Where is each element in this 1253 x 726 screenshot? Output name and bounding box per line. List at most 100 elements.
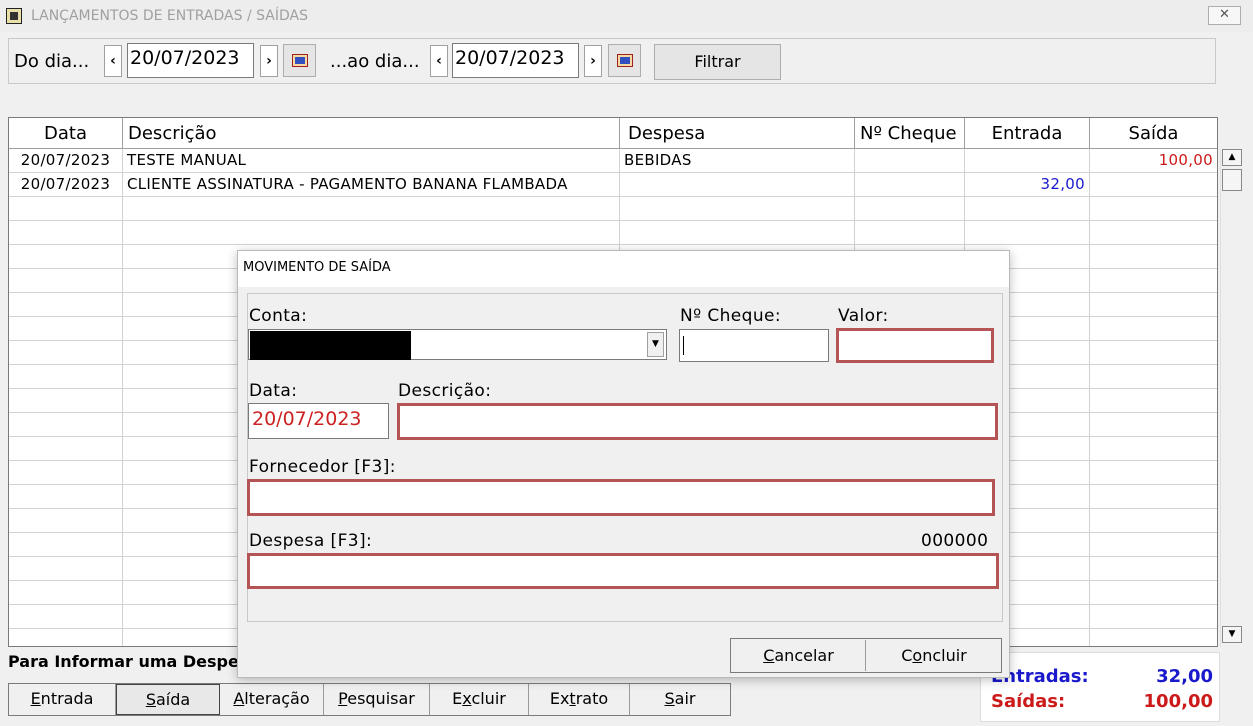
column-header-data[interactable]: Data	[9, 118, 123, 149]
cell-saida[interactable]	[1090, 317, 1217, 341]
saida-button[interactable]: Saída	[116, 684, 220, 715]
cell-saida[interactable]	[1090, 197, 1217, 221]
cell-saida[interactable]	[1090, 629, 1217, 646]
cell-data[interactable]	[9, 581, 123, 605]
column-header-cheque[interactable]: Nº Cheque	[855, 118, 965, 149]
conta-select[interactable]: ▼	[248, 329, 667, 360]
despesa-code: 000000	[921, 531, 989, 551]
cell-data[interactable]: 20/07/2023	[9, 149, 123, 173]
cell-data[interactable]	[9, 437, 123, 461]
cell-entrada[interactable]: 32,00	[965, 173, 1090, 197]
from-date-calendar-button[interactable]	[283, 44, 316, 77]
pesquisar-button[interactable]: Pesquisar	[324, 684, 430, 715]
from-date-prev-button[interactable]: ‹	[104, 45, 122, 77]
from-date-input[interactable]: 20/07/2023	[127, 43, 254, 78]
excluir-button[interactable]: Excluir	[430, 684, 529, 715]
cell-saida[interactable]	[1090, 173, 1217, 197]
cell-data[interactable]	[9, 245, 123, 269]
column-header-saida[interactable]: Saída	[1090, 118, 1217, 149]
cell-data[interactable]	[9, 269, 123, 293]
column-header-despesa[interactable]: Despesa	[620, 118, 855, 149]
cell-data[interactable]	[9, 341, 123, 365]
fornecedor-label: Fornecedor [F3]:	[249, 457, 396, 477]
to-date-input[interactable]: 20/07/2023	[452, 43, 579, 78]
cell-saida[interactable]	[1090, 341, 1217, 365]
scroll-up-arrow-icon[interactable]: ▲	[1222, 149, 1242, 166]
cell-data[interactable]	[9, 317, 123, 341]
cell-saida[interactable]	[1090, 533, 1217, 557]
cell-despesa[interactable]: BEBIDAS	[620, 149, 855, 173]
cell-saida[interactable]	[1090, 557, 1217, 581]
cell-saida[interactable]	[1090, 485, 1217, 509]
cell-descricao[interactable]	[123, 197, 620, 221]
cell-data[interactable]	[9, 629, 123, 646]
cell-data[interactable]	[9, 461, 123, 485]
cell-data[interactable]	[9, 293, 123, 317]
cell-saida[interactable]	[1090, 461, 1217, 485]
cell-data[interactable]	[9, 509, 123, 533]
cell-despesa[interactable]	[620, 221, 855, 245]
cell-saida[interactable]	[1090, 221, 1217, 245]
cancelar-button[interactable]: Cancelar	[732, 640, 866, 671]
despesa-input[interactable]	[247, 553, 999, 589]
column-header-entrada[interactable]: Entrada	[965, 118, 1090, 149]
cell-data[interactable]	[9, 197, 123, 221]
cell-cheque[interactable]	[855, 173, 965, 197]
scroll-down-arrow-icon[interactable]: ▼	[1222, 626, 1242, 643]
cell-despesa[interactable]	[620, 173, 855, 197]
cell-saida[interactable]	[1090, 605, 1217, 629]
cell-saida[interactable]	[1090, 269, 1217, 293]
close-button[interactable]: ✕	[1208, 6, 1241, 25]
cell-saida[interactable]	[1090, 413, 1217, 437]
cell-cheque[interactable]	[855, 221, 965, 245]
chevron-down-icon[interactable]: ▼	[647, 332, 664, 357]
data-input[interactable]: 20/07/2023	[248, 403, 389, 439]
cell-despesa[interactable]	[620, 197, 855, 221]
to-date-prev-button[interactable]: ‹	[430, 45, 448, 77]
vertical-scrollbar[interactable]: ▲ ▼	[1220, 149, 1242, 647]
cell-data[interactable]	[9, 389, 123, 413]
sair-button[interactable]: Sair	[630, 684, 730, 715]
cell-cheque[interactable]	[855, 197, 965, 221]
cheque-label: Nº Cheque:	[680, 306, 781, 326]
cell-entrada[interactable]	[965, 149, 1090, 173]
entrada-button[interactable]: Entrada	[9, 684, 116, 715]
cell-saida[interactable]: 100,00	[1090, 149, 1217, 173]
cell-saida[interactable]	[1090, 245, 1217, 269]
descricao-input[interactable]	[397, 403, 998, 440]
cell-data[interactable]	[9, 221, 123, 245]
cell-descricao[interactable]	[123, 221, 620, 245]
entradas-total: 32,00	[1156, 666, 1213, 687]
from-date-next-button[interactable]: ›	[260, 45, 278, 77]
cell-saida[interactable]	[1090, 389, 1217, 413]
cell-saida[interactable]	[1090, 293, 1217, 317]
cell-descricao[interactable]: TESTE MANUAL	[123, 149, 620, 173]
cell-data[interactable]	[9, 533, 123, 557]
cell-saida[interactable]	[1090, 581, 1217, 605]
cell-data[interactable]	[9, 485, 123, 509]
cell-data[interactable]	[9, 605, 123, 629]
to-date-next-button[interactable]: ›	[584, 45, 602, 77]
cell-saida[interactable]	[1090, 365, 1217, 389]
cell-data[interactable]	[9, 413, 123, 437]
concluir-button[interactable]: Concluir	[867, 640, 1001, 671]
scrollbar-thumb[interactable]	[1222, 169, 1242, 191]
cell-descricao[interactable]: CLIENTE ASSINATURA - PAGAMENTO BANANA FL…	[123, 173, 620, 197]
to-date-label: ...ao dia...	[330, 51, 420, 72]
cell-saida[interactable]	[1090, 437, 1217, 461]
alteracao-button[interactable]: Alteração	[220, 684, 324, 715]
filter-button[interactable]: Filtrar	[654, 44, 781, 80]
extrato-button[interactable]: Extrato	[529, 684, 630, 715]
valor-input[interactable]	[836, 328, 994, 363]
cell-saida[interactable]	[1090, 509, 1217, 533]
cell-data[interactable]	[9, 557, 123, 581]
cheque-input[interactable]	[679, 329, 829, 362]
cell-data[interactable]	[9, 365, 123, 389]
column-header-descricao[interactable]: Descrição	[123, 118, 620, 149]
fornecedor-input[interactable]	[247, 479, 995, 516]
cell-cheque[interactable]	[855, 149, 965, 173]
to-date-calendar-button[interactable]	[608, 44, 641, 77]
cell-entrada[interactable]	[965, 221, 1090, 245]
cell-entrada[interactable]	[965, 197, 1090, 221]
cell-data[interactable]: 20/07/2023	[9, 173, 123, 197]
